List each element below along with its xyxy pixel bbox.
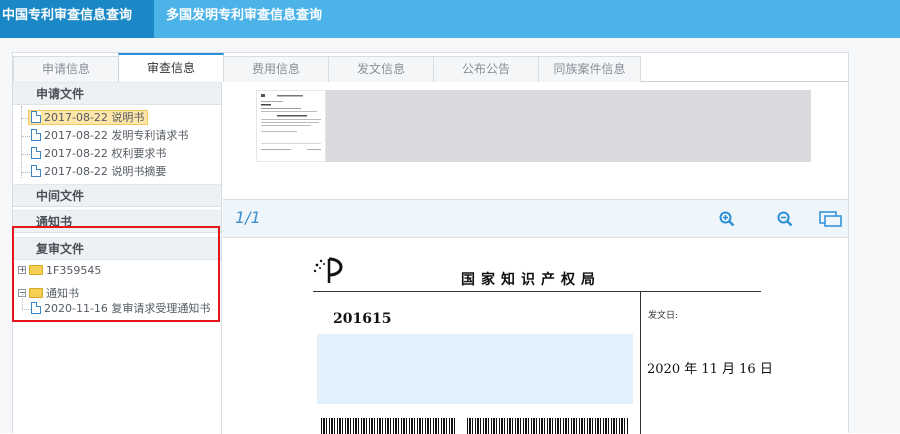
page-indicator: 1/1 <box>235 208 261 227</box>
section-notice[interactable]: 通知书 <box>13 210 221 233</box>
tree-item-label: 2017-08-22 说明书摘要 <box>44 165 167 178</box>
zoom-in-icon[interactable] <box>719 211 735 231</box>
viewer-toolbar: 1/1 <box>223 200 848 238</box>
tree-item-abstract[interactable]: 2017-08-22 说明书摘要 <box>31 163 166 181</box>
section-intermediate-files[interactable]: 中间文件 <box>13 184 221 207</box>
review-panel: 申请信息 审查信息 费用信息 发文信息 公布公告 同族案件信息 申请文件 201… <box>12 52 849 434</box>
document-tree-panel: 申请文件 2017-08-22 说明书 2017-08-22 发明专利请求书 2… <box>13 82 222 434</box>
document-page-area: 国家知识产权局 201615 发文日: 2020 年 11 月 16 日 <box>223 238 848 434</box>
document-icon <box>31 165 41 177</box>
info-tabs: 申请信息 审查信息 费用信息 发文信息 公布公告 同族案件信息 <box>13 53 848 83</box>
tab-review-info[interactable]: 审查信息 <box>118 53 224 83</box>
section-reexam-files[interactable]: 复审文件 <box>13 237 221 260</box>
zoom-out-icon[interactable] <box>777 211 793 231</box>
tree-item-label: 2017-08-22 发明专利请求书 <box>44 129 189 142</box>
tree-item-reexam-notice[interactable]: 2020-11-16 复审请求受理通知书 <box>31 300 210 318</box>
send-date: 2020 年 11 月 16 日 <box>647 362 773 377</box>
office-title: 国家知识产权局 <box>461 272 601 288</box>
document-icon <box>31 129 41 141</box>
document-page: 国家知识产权局 201615 发文日: 2020 年 11 月 16 日 <box>223 238 848 434</box>
thumbnail-placeholder <box>326 90 811 162</box>
tree-item-claims[interactable]: 2017-08-22 权利要求书 <box>31 145 166 163</box>
expand-icon[interactable]: + <box>18 266 26 274</box>
redacted-address-box <box>317 334 633 404</box>
tab-dispatch-info[interactable]: 发文信息 <box>328 56 434 82</box>
tree-item-label: 通知书 <box>46 287 79 300</box>
top-tab-china-patent-query[interactable]: 中国专利审查信息查询 <box>0 0 154 38</box>
page-thumbnail[interactable] <box>256 90 326 162</box>
document-icon <box>31 147 41 159</box>
top-tab-multi-country-query[interactable]: 多国发明专利审查信息查询 <box>166 0 322 38</box>
thumbnail-strip <box>223 82 848 200</box>
section-application-files[interactable]: 申请文件 <box>13 82 221 105</box>
document-icon <box>31 111 41 123</box>
document-number: 201615 <box>333 311 392 327</box>
send-date-label: 发文日: <box>648 311 679 321</box>
folder-icon <box>29 265 43 275</box>
tree-item-label: 1F359545 <box>46 264 102 277</box>
tab-family-cases[interactable]: 同族案件信息 <box>538 56 641 82</box>
content-area: 申请信息 审查信息 费用信息 发文信息 公布公告 同族案件信息 申请文件 201… <box>0 38 900 434</box>
document-viewer: 1/1 国家知识产权局 201615 发文日: 2020 年 11 月 16 日 <box>223 82 848 434</box>
cnipa-logo <box>313 257 343 283</box>
top-navigation-bar: 中国专利审查信息查询 多国发明专利审查信息查询 <box>0 0 900 38</box>
tab-application-info[interactable]: 申请信息 <box>13 56 119 82</box>
folder-icon <box>29 288 43 298</box>
barcode <box>467 418 629 434</box>
tree-item-label: 2017-08-22 说明书 <box>44 111 145 124</box>
tab-fee-info[interactable]: 费用信息 <box>223 56 329 82</box>
document-icon <box>31 302 41 314</box>
fullscreen-icon[interactable] <box>819 211 843 231</box>
tab-publication[interactable]: 公布公告 <box>433 56 539 82</box>
tree-item-description[interactable]: 2017-08-22 说明书 <box>28 109 149 127</box>
tree-folder-1f359545[interactable]: +1F359545 <box>18 262 101 280</box>
tree-item-request[interactable]: 2017-08-22 发明专利请求书 <box>31 127 188 145</box>
tree-item-label: 2020-11-16 复审请求受理通知书 <box>44 302 211 315</box>
tree-item-label: 2017-08-22 权利要求书 <box>44 147 167 160</box>
barcode <box>321 418 455 434</box>
